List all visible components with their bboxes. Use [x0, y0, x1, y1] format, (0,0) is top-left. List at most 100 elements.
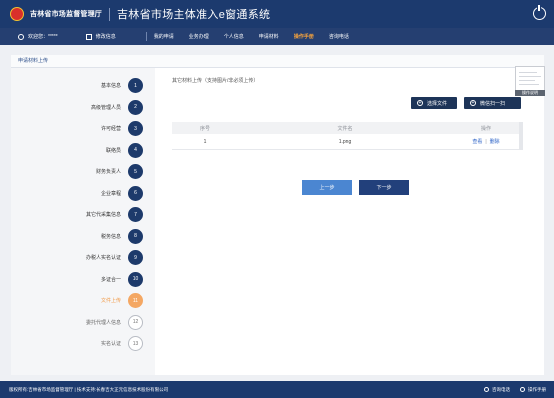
step-sidebar: 基本信息 1 高级管理人员 2 许可经营 3 联络员 4 财务负责人 5 企业章程 6 其它代采集信息 7…: [11, 68, 155, 375]
delete-link[interactable]: 删除: [490, 139, 500, 145]
manual-thumbnail-badge[interactable]: 操作说明: [515, 90, 545, 96]
row-index: 1: [203, 138, 207, 145]
row-filename: 1.png: [338, 138, 352, 145]
nav-menu: 我的申请 业务办理 个人信息 申请材料 操作手册 咨询电话: [154, 33, 364, 40]
app-footer: 版权所有:吉林省市场监督管理厅 | 技术支持:长春吉大正元信息技术股份有限公司 …: [0, 381, 554, 398]
upload-section-title: 其它材料上传（支持图片/非必须上传）: [172, 78, 259, 84]
phone-icon: [484, 387, 489, 392]
agency-name: 吉林省市场监督管理厅: [30, 11, 102, 18]
step-number: 8: [128, 228, 143, 244]
upload-content: 其它材料上传（支持图片/非必须上传） + 选择文件 + 微信扫一扫 序号 文件名…: [155, 68, 544, 375]
step-item[interactable]: 实名认证 13: [101, 336, 143, 351]
choose-file-button[interactable]: + 选择文件: [411, 97, 457, 109]
file-table: 序号 文件名 操作 1 1.png 查看 | 删除: [172, 122, 523, 150]
step-number: 10: [128, 271, 143, 287]
step-label: 税务信息: [100, 233, 121, 240]
step-number: 3: [128, 121, 143, 136]
step-number: 7: [128, 207, 143, 222]
step-number: 13: [128, 336, 143, 351]
step-label: 联络员: [105, 147, 121, 154]
copyright-text: 版权所有:吉林省市场监督管理厅 | 技术支持:长春吉大正元信息技术股份有限公司: [9, 386, 169, 392]
step-label: 基本信息: [100, 83, 121, 89]
step-label: 其它代采集信息: [85, 212, 121, 218]
user-icon: [18, 33, 24, 40]
thumbnail-line: [519, 76, 541, 77]
step-item[interactable]: 其它代采集信息 7: [86, 207, 143, 222]
step-number: 12: [128, 314, 143, 330]
consult-phone-link[interactable]: 咨询电话: [484, 387, 510, 393]
footer-links: 咨询电话 操作手册: [474, 387, 546, 393]
wechat-scan-label: 微信扫一扫: [480, 100, 506, 107]
step-item[interactable]: 税务信息 8: [100, 228, 143, 244]
step-item[interactable]: 财务负责人 5: [96, 164, 143, 179]
step-number: 9: [128, 250, 143, 265]
main-panel: 申请材料上传 基本信息 1 高级管理人员 2 许可经营 3 联络员 4 财务负责人 5 企业章程 6 其…: [11, 55, 544, 375]
step-number: 1: [128, 78, 143, 93]
view-link[interactable]: 查看: [472, 139, 482, 145]
thumbnail-line: [519, 80, 535, 81]
choose-file-label: 选择文件: [427, 100, 448, 107]
consult-phone-label: 咨询电话: [492, 386, 510, 392]
table-scrollbar[interactable]: [519, 122, 523, 150]
power-icon[interactable]: [533, 5, 546, 20]
thumbnail-line: [519, 72, 537, 73]
action-separator: |: [485, 139, 487, 145]
step-item[interactable]: 办税人实名认证 9: [86, 250, 143, 265]
step-number: 4: [128, 142, 143, 158]
column-header-actions: 操作: [480, 125, 491, 132]
nav-item[interactable]: 操作手册: [294, 33, 314, 40]
nav-item[interactable]: 我的申请: [154, 33, 174, 40]
step-item[interactable]: 联络员 4: [105, 142, 143, 158]
system-title: 吉林省市场主体准入e窗通系统: [117, 9, 271, 21]
nav-item[interactable]: 咨询电话: [329, 33, 349, 40]
edit-icon: [85, 33, 92, 40]
book-icon: [520, 387, 525, 392]
step-label: 许可经营: [100, 126, 121, 132]
table-header: 序号 文件名 操作: [172, 122, 520, 134]
top-nav: 欢迎您：***** 修改信息 我的申请 业务办理 个人信息 申请材料 操作手册 咨询电话: [0, 28, 554, 45]
prev-step-button[interactable]: 上一步: [302, 180, 352, 195]
step-item[interactable]: 许可经营 3: [101, 121, 143, 136]
manual-link[interactable]: 操作手册: [520, 387, 546, 393]
column-header-filename: 文件名: [337, 125, 353, 132]
step-item[interactable]: 多证合一 10: [100, 271, 143, 287]
table-row: 1 1.png 查看 | 删除: [172, 134, 520, 150]
national-emblem-icon: [10, 7, 24, 21]
welcome-text: 欢迎您：*****: [28, 34, 58, 40]
welcome-user: 欢迎您：*****: [18, 33, 58, 40]
step-item[interactable]: 文件上传 11: [101, 293, 143, 308]
step-number: 5: [128, 164, 143, 179]
next-step-button[interactable]: 下一步: [359, 180, 409, 195]
thumbnail-line: [519, 84, 539, 85]
step-item[interactable]: 委托代理人信息 12: [85, 314, 143, 330]
row-actions: 查看 | 删除: [452, 138, 520, 145]
step-item[interactable]: 高级管理人员 2: [90, 99, 143, 115]
manual-label: 操作手册: [528, 386, 546, 392]
step-label: 文件上传: [100, 298, 121, 304]
step-number: 11: [128, 293, 143, 308]
step-label: 委托代理人信息: [85, 319, 121, 326]
step-label: 财务负责人: [95, 169, 121, 175]
step-item[interactable]: 基本信息 1: [101, 78, 143, 93]
nav-item[interactable]: 个人信息: [224, 33, 244, 40]
nav-divider: [145, 32, 147, 41]
column-header-index: 序号: [199, 125, 210, 132]
plus-icon: +: [470, 100, 476, 106]
nav-item[interactable]: 业务办理: [189, 33, 209, 40]
step-item[interactable]: 企业章程 6: [100, 185, 143, 201]
step-label: 多证合一: [100, 276, 121, 283]
edit-info-label: 修改信息: [95, 34, 116, 40]
panel-title: 申请材料上传: [11, 55, 544, 68]
step-number: 6: [128, 185, 143, 201]
step-label: 高级管理人员: [90, 104, 121, 111]
app-header: 吉林省市场监督管理厅 吉林省市场主体准入e窗通系统: [0, 0, 554, 28]
nav-item[interactable]: 申请材料: [259, 33, 279, 40]
header-divider: [109, 7, 110, 21]
step-label: 企业章程: [100, 190, 121, 197]
edit-info-link[interactable]: 修改信息: [85, 33, 116, 40]
step-label: 实名认证: [100, 341, 121, 347]
plus-icon: +: [417, 100, 423, 106]
step-label: 办税人实名认证: [85, 255, 121, 261]
step-number: 2: [128, 99, 143, 115]
wechat-scan-button[interactable]: + 微信扫一扫: [464, 97, 521, 109]
